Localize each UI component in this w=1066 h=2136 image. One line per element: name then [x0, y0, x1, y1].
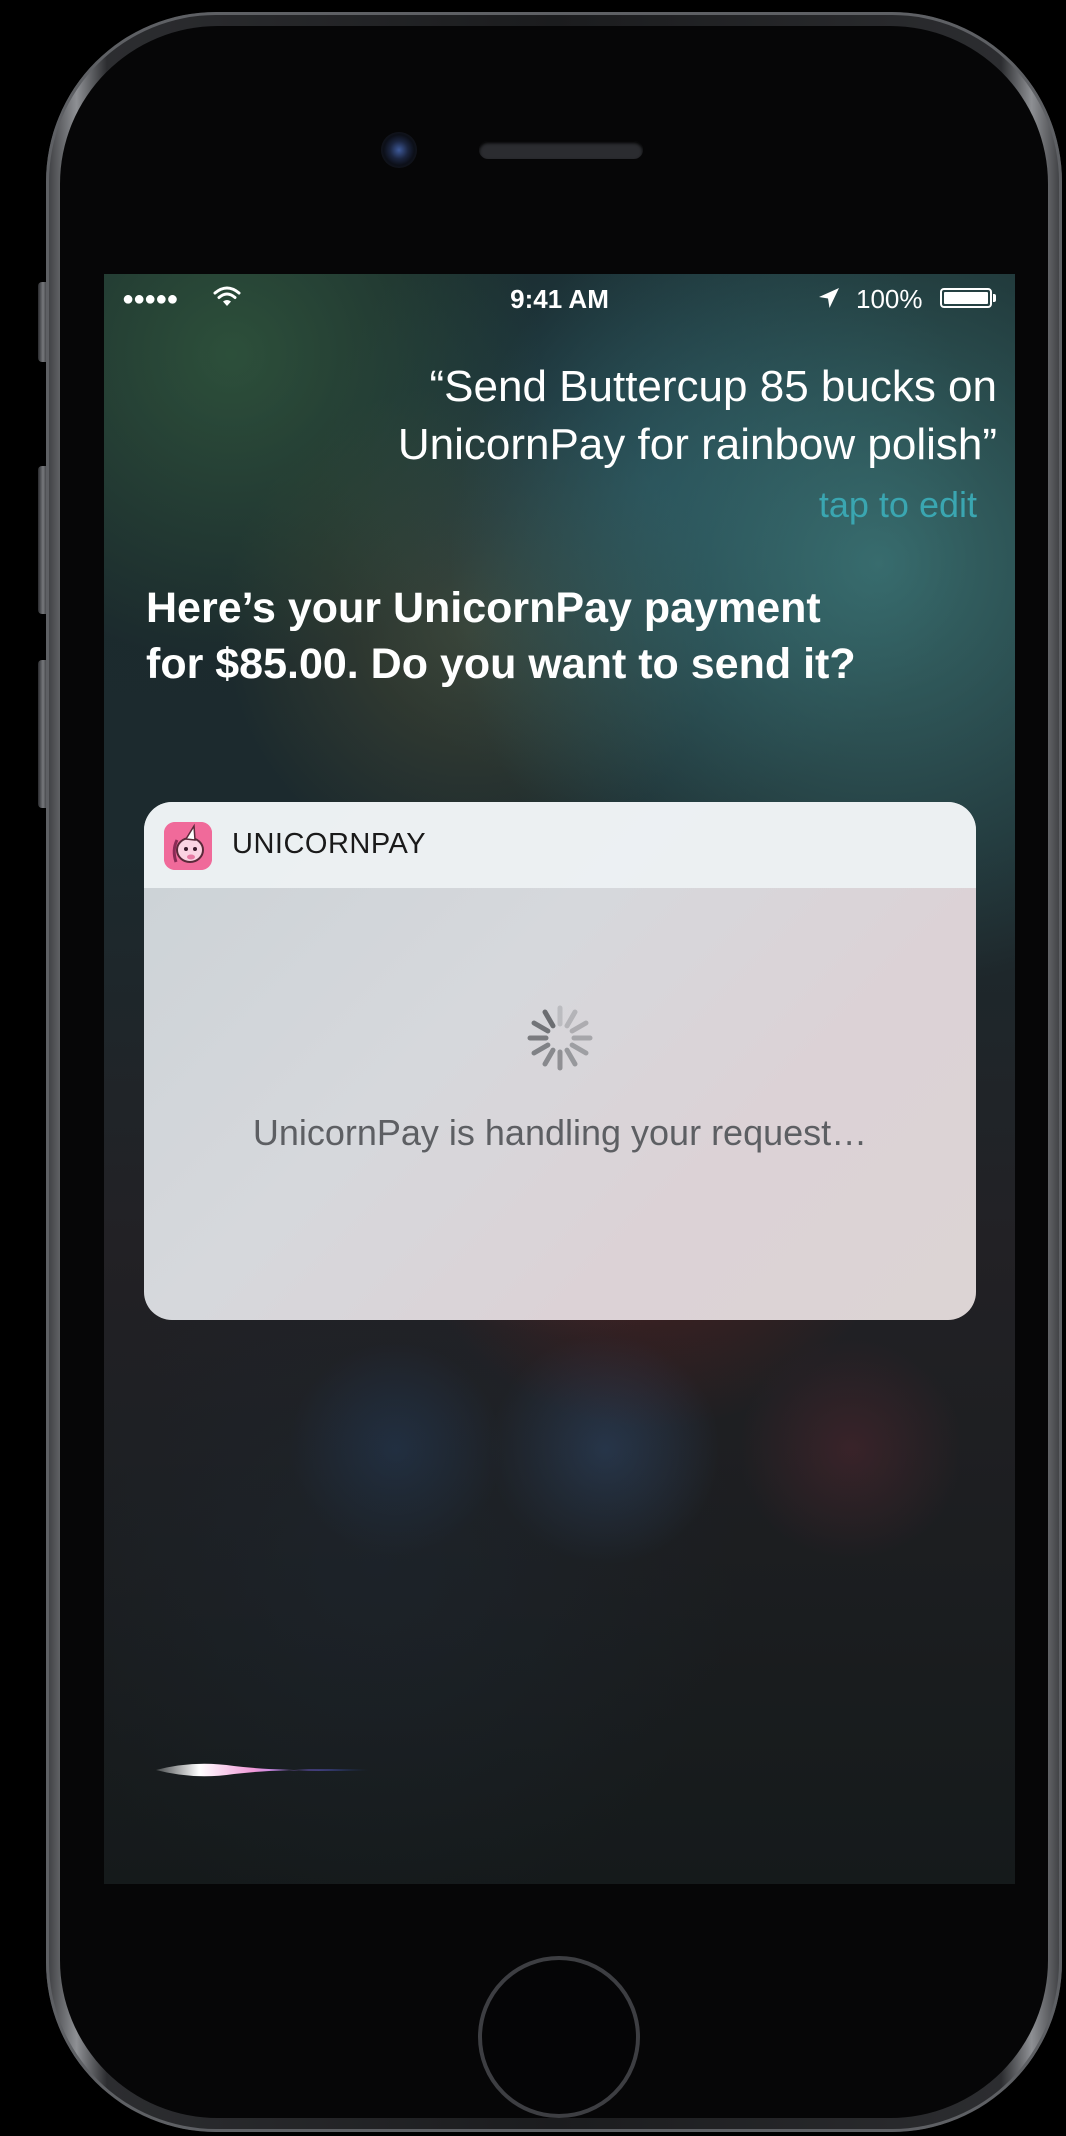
siri-query-text: “Send Buttercup 85 bucks on UnicornPay f…: [397, 362, 997, 469]
spinner-spoke: [569, 1020, 589, 1034]
loading-spinner-icon: [527, 1005, 593, 1071]
spinner-spoke: [531, 1042, 551, 1056]
earpiece-speaker: [479, 141, 643, 159]
card-header: UNICORNPAY: [144, 802, 976, 888]
spinner-spoke: [542, 1047, 556, 1067]
spinner-spoke: [542, 1009, 556, 1029]
unicorn-app-icon: [164, 822, 212, 870]
unicornpay-card[interactable]: UNICORNPAY UnicornPay is handling your r…: [144, 802, 976, 1320]
battery-percentage: 100%: [856, 284, 923, 314]
card-app-name: UNICORNPAY: [232, 828, 427, 860]
spinner-spoke: [569, 1042, 589, 1056]
status-bar: ●●●●● 9:41 AM 100%: [104, 274, 1015, 322]
siri-response-text: Here’s your UnicornPay payment for $85.0…: [146, 584, 856, 688]
tap-to-edit-link[interactable]: tap to edit: [819, 484, 977, 526]
spinner-spoke: [564, 1009, 578, 1029]
location-arrow-icon: [819, 288, 839, 308]
spinner-spoke: [564, 1047, 578, 1067]
battery-level-fill: [944, 292, 988, 304]
home-button[interactable]: [478, 1956, 640, 2118]
front-camera: [381, 132, 417, 168]
siri-waveform-icon[interactable]: [154, 1758, 374, 1782]
battery-icon: [940, 288, 996, 310]
phone-screen: ●●●●● 9:41 AM 100% “Send Buttercup 85 bu…: [104, 274, 1015, 1884]
spinner-spoke: [531, 1020, 551, 1034]
card-status-text: UnicornPay is handling your request…: [252, 1112, 868, 1153]
